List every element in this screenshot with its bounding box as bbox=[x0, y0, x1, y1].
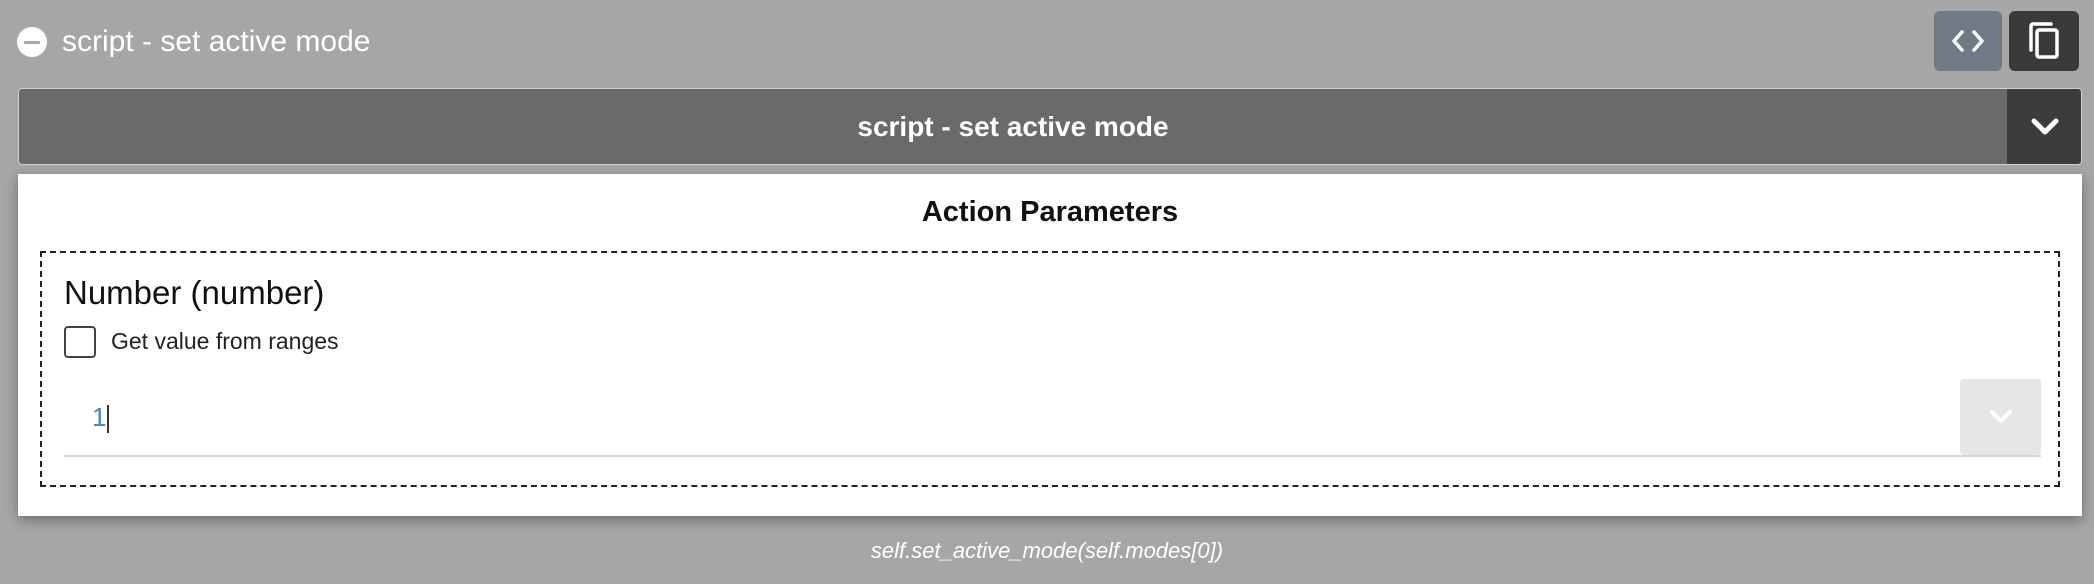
ranges-checkbox-label[interactable]: Get value from ranges bbox=[111, 328, 339, 355]
code-view-button[interactable] bbox=[1934, 11, 2002, 71]
chevron-down-icon bbox=[1989, 410, 2012, 423]
copy-button[interactable] bbox=[2009, 11, 2079, 71]
action-select[interactable]: script - set active mode bbox=[18, 88, 2082, 165]
copy-icon bbox=[2029, 22, 2059, 59]
number-value-input[interactable]: 1 bbox=[64, 379, 2041, 457]
minus-circle-icon[interactable] bbox=[17, 27, 47, 57]
value-dropdown-toggle[interactable] bbox=[1960, 379, 2041, 455]
parameter-name: Number (number) bbox=[64, 274, 325, 311]
ranges-checkbox[interactable] bbox=[64, 326, 96, 358]
parameter-group: Number (number) Get value from ranges 1 bbox=[40, 251, 2060, 487]
code-icon bbox=[1952, 30, 1984, 52]
action-select-value: script - set active mode bbox=[857, 110, 1169, 142]
action-header: script - set active mode bbox=[0, 0, 2094, 84]
number-value: 1 bbox=[92, 401, 109, 433]
action-title: script - set active mode bbox=[62, 25, 371, 58]
action-select-toggle[interactable] bbox=[2007, 89, 2081, 164]
generated-code: self.set_active_mode(self.modes[0]) bbox=[870, 538, 1224, 563]
action-parameters-panel: Action Parameters Number (number) Get va… bbox=[18, 174, 2082, 516]
panel-title: Action Parameters bbox=[921, 196, 1179, 228]
chevron-down-icon bbox=[2031, 118, 2059, 134]
